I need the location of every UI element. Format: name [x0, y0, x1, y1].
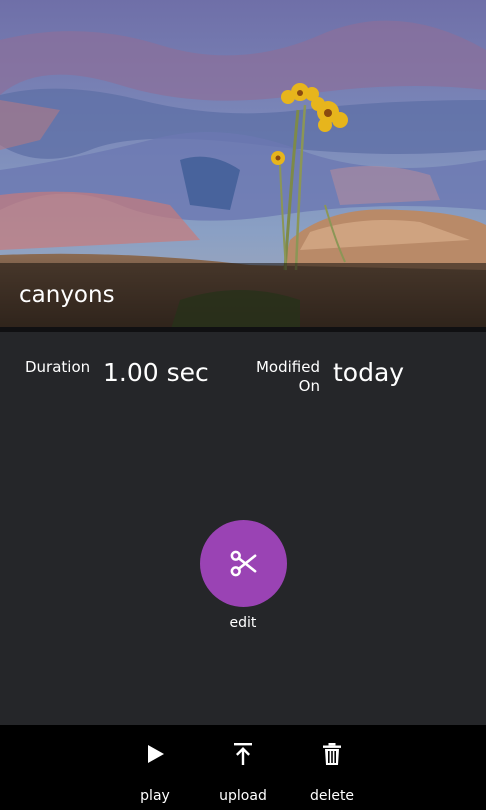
upload-button[interactable]: upload: [203, 725, 283, 810]
play-icon: [148, 745, 164, 763]
trash-icon: [323, 743, 341, 765]
video-title: canyons: [19, 282, 115, 308]
modified-on-value: today: [333, 358, 405, 387]
modified-on-label: Modified On: [245, 358, 320, 396]
edit-label: edit: [229, 615, 257, 631]
scissors-icon: [230, 550, 257, 577]
modified-label-line1: Modified: [255, 358, 320, 376]
play-label: play: [140, 788, 170, 804]
upload-icon: [234, 743, 252, 765]
delete-label: delete: [309, 788, 355, 804]
video-detail-page: canyons Duration 1.00 sec Modified On to…: [0, 0, 486, 810]
command-bar: play upload delete: [0, 725, 486, 810]
duration-label: Duration: [25, 358, 91, 376]
thumbnail-divider: [0, 327, 486, 332]
edit-button[interactable]: [200, 520, 287, 607]
delete-button[interactable]: delete: [292, 725, 372, 810]
upload-label: upload: [219, 788, 267, 804]
duration-value: 1.00 sec: [103, 358, 209, 387]
play-button[interactable]: play: [115, 725, 195, 810]
modified-label-line2: On: [298, 377, 320, 395]
